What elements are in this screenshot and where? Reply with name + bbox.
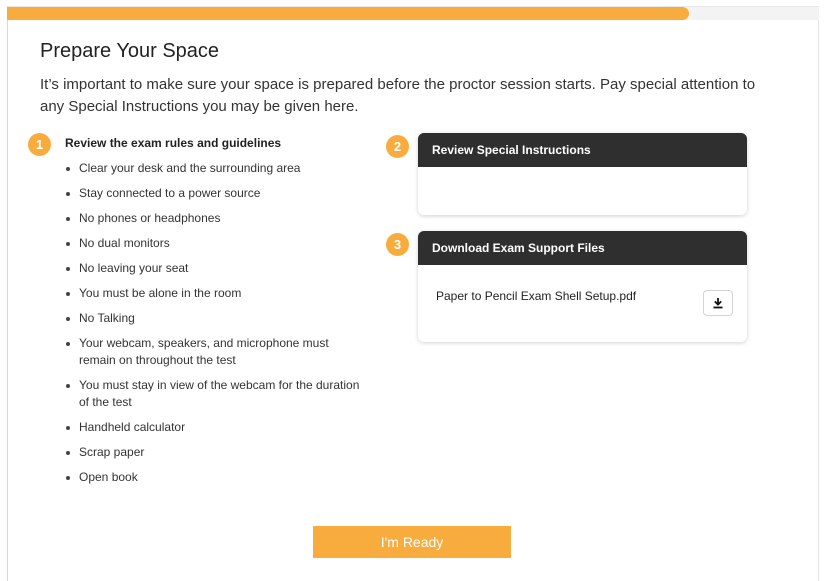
progress-bar bbox=[7, 7, 819, 20]
rule-item: Your webcam, speakers, and microphone mu… bbox=[66, 335, 366, 369]
rule-item: No dual monitors bbox=[66, 235, 366, 252]
page-title: Prepare Your Space bbox=[40, 40, 220, 62]
rule-item: No phones or headphones bbox=[66, 210, 366, 227]
step-1-badge: 1 bbox=[28, 133, 51, 156]
im-ready-button[interactable]: I'm Ready bbox=[313, 526, 511, 558]
rule-item: No Talking bbox=[66, 310, 366, 327]
special-instructions-card: Review Special Instructions bbox=[418, 133, 747, 215]
rule-item: Handheld calculator bbox=[66, 419, 366, 436]
special-instructions-header: Review Special Instructions bbox=[418, 133, 747, 167]
rule-item: Scrap paper bbox=[66, 444, 366, 461]
download-icon bbox=[713, 298, 723, 309]
support-files-header: Download Exam Support Files bbox=[418, 231, 747, 265]
progress-bar-fill bbox=[7, 7, 690, 20]
rule-item: No leaving your seat bbox=[66, 260, 366, 277]
file-name[interactable]: Paper to Pencil Exam Shell Setup.pdf bbox=[436, 289, 636, 303]
download-button[interactable] bbox=[703, 290, 733, 316]
rule-item: You must stay in view of the webcam for … bbox=[66, 377, 366, 411]
support-files-card: Download Exam Support Files Paper to Pen… bbox=[418, 231, 747, 342]
rule-item: Open book bbox=[66, 469, 366, 486]
rule-item: You must be alone in the room bbox=[66, 285, 366, 302]
step-3-badge: 3 bbox=[386, 233, 409, 256]
rule-item: Stay connected to a power source bbox=[66, 185, 366, 202]
step-2-badge: 2 bbox=[386, 135, 409, 158]
rules-heading: Review the exam rules and guidelines bbox=[65, 136, 282, 150]
intro-text: It’s important to make sure your space i… bbox=[40, 76, 756, 115]
rules-list: Clear your desk and the surrounding area… bbox=[66, 160, 366, 494]
rule-item: Clear your desk and the surrounding area bbox=[66, 160, 366, 177]
